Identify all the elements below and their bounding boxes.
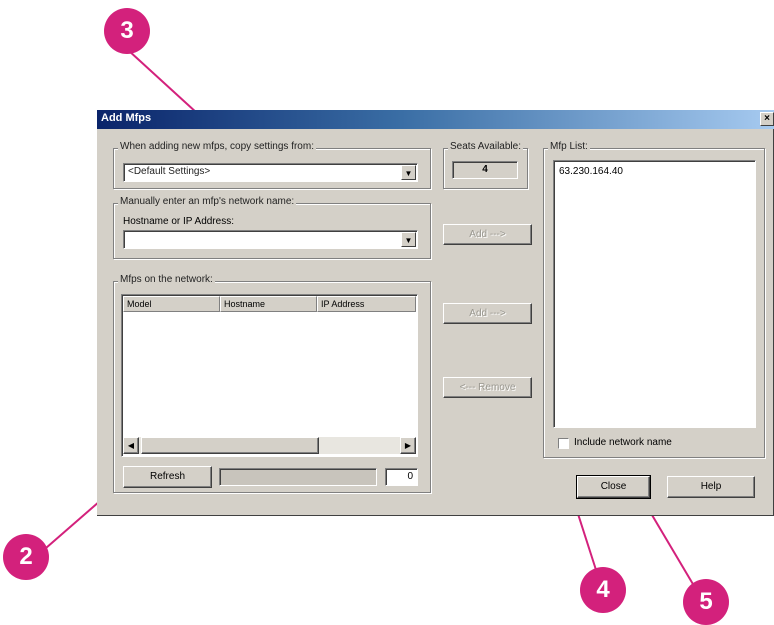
seats-label: Seats Available: bbox=[448, 141, 523, 152]
callout-4: 4 bbox=[580, 567, 626, 613]
close-icon[interactable]: × bbox=[760, 112, 774, 126]
scrollbar-thumb[interactable] bbox=[141, 437, 319, 454]
column-header-model[interactable]: Model bbox=[123, 296, 220, 312]
copy-settings-label: When adding new mfps, copy settings from… bbox=[118, 141, 316, 152]
copy-settings-select[interactable]: <Default Settings> ▼ bbox=[123, 163, 418, 182]
mfp-list-box[interactable]: 63.230.164.40 bbox=[553, 160, 756, 428]
window-title: Add Mfps bbox=[101, 112, 152, 124]
hostname-field-label: Hostname or IP Address: bbox=[123, 216, 234, 227]
seats-value: 4 bbox=[452, 161, 518, 179]
add-hostname-button[interactable]: Add ---> bbox=[443, 224, 532, 245]
manual-entry-label: Manually enter an mfp's network name: bbox=[118, 196, 297, 207]
column-header-hostname[interactable]: Hostname bbox=[220, 296, 317, 312]
chevron-down-icon[interactable]: ▼ bbox=[401, 165, 416, 180]
callout-3: 3 bbox=[104, 8, 150, 54]
callout-5: 5 bbox=[683, 579, 729, 625]
include-network-name-checkbox[interactable] bbox=[558, 438, 569, 449]
list-item[interactable]: 63.230.164.40 bbox=[559, 166, 623, 177]
callout-2: 2 bbox=[3, 534, 49, 580]
title-bar bbox=[97, 110, 774, 129]
copy-settings-value: <Default Settings> bbox=[128, 166, 211, 177]
mfp-list-label: Mfp List: bbox=[548, 141, 590, 152]
include-network-name-label: Include network name bbox=[574, 437, 672, 448]
scroll-right-icon[interactable]: ▶ bbox=[400, 437, 416, 454]
close-button[interactable]: Close bbox=[576, 475, 651, 499]
scroll-left-icon[interactable]: ◀ bbox=[123, 437, 139, 454]
column-header-ip-address[interactable]: IP Address bbox=[317, 296, 416, 312]
refresh-button[interactable]: Refresh bbox=[123, 466, 212, 488]
hostname-input[interactable]: ▼ bbox=[123, 230, 418, 249]
network-label: Mfps on the network: bbox=[118, 274, 215, 285]
help-button[interactable]: Help bbox=[667, 476, 755, 498]
remove-button[interactable]: <--- Remove bbox=[443, 377, 532, 398]
refresh-progress-bar bbox=[219, 468, 377, 486]
network-table[interactable]: Model Hostname IP Address ◀ ▶ bbox=[121, 294, 418, 457]
add-network-button[interactable]: Add ---> bbox=[443, 303, 532, 324]
progress-count: 0 bbox=[385, 468, 418, 486]
chevron-down-icon[interactable]: ▼ bbox=[401, 232, 416, 247]
horizontal-scrollbar[interactable]: ◀ ▶ bbox=[123, 437, 416, 454]
